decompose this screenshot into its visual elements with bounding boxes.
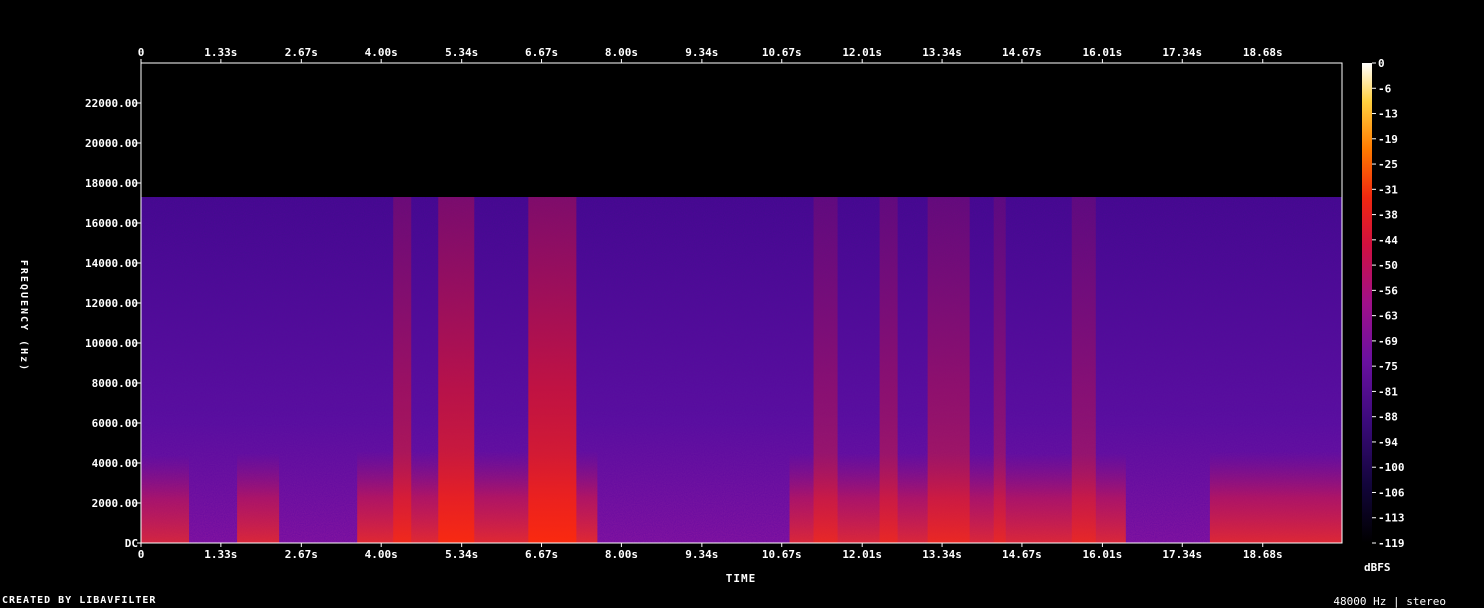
x-tick-label-top: 16.01s bbox=[1083, 46, 1123, 59]
colorbar-tick-label: -100 bbox=[1378, 461, 1405, 474]
x-tick-label-bottom: 14.67s bbox=[1002, 548, 1042, 561]
x-tick-label-bottom: 12.01s bbox=[842, 548, 882, 561]
x-tick-label-top: 2.67s bbox=[285, 46, 318, 59]
colorbar-tick-label: -69 bbox=[1378, 335, 1398, 348]
colorbar-tick-label: -119 bbox=[1378, 537, 1405, 550]
x-tick-label-bottom: 18.68s bbox=[1243, 548, 1283, 561]
colorbar-tick-label: -6 bbox=[1378, 82, 1392, 95]
x-tick-label-top: 6.67s bbox=[525, 46, 558, 59]
x-tick-label-top: 0 bbox=[138, 46, 145, 59]
y-axis: DC 2000.00 4000.00 6000.00 8000.00 10000.00 12… bbox=[85, 97, 141, 550]
x-tick-label-bottom: 16.01s bbox=[1083, 548, 1123, 561]
colorbar-tick-label: -63 bbox=[1378, 310, 1398, 323]
colorbar-tick-label: -44 bbox=[1378, 234, 1398, 247]
x-tick-label-bottom: 1.33s bbox=[204, 548, 237, 561]
colorbar-tick-label: 0 bbox=[1378, 57, 1385, 70]
colorbar-tick-label: -13 bbox=[1378, 108, 1398, 121]
x-tick-label-bottom: 0 bbox=[138, 548, 145, 561]
x-tick-label-top: 10.67s bbox=[762, 46, 802, 59]
loud-segment bbox=[993, 197, 1006, 543]
y-tick-label: DC bbox=[125, 537, 138, 550]
x-axis-bottom: 0 1.33s 2.67s 4.00s 5.34s 6.67s 8.00s 9.34s 10.6… bbox=[138, 543, 1283, 561]
x-tick-label-bottom: 13.34s bbox=[922, 548, 962, 561]
spectrum-noise bbox=[141, 197, 1342, 543]
y-tick-label: 10000.00 bbox=[85, 337, 138, 350]
colorbar-tick-label: -56 bbox=[1378, 284, 1398, 297]
colorbar-tick-label: -113 bbox=[1378, 512, 1405, 525]
loud-segment bbox=[1071, 197, 1096, 543]
x-tick-label-bottom: 5.34s bbox=[445, 548, 478, 561]
colorbar-tick-label: -19 bbox=[1378, 133, 1398, 146]
x-tick-label-top: 12.01s bbox=[842, 46, 882, 59]
y-tick-label: 2000.00 bbox=[92, 497, 138, 510]
x-tick-label-top: 17.34s bbox=[1162, 46, 1202, 59]
x-tick-label-bottom: 9.34s bbox=[685, 548, 718, 561]
colorbar-tick-label: -88 bbox=[1378, 411, 1398, 424]
colorbar-tick-label: -31 bbox=[1378, 183, 1398, 196]
colorbar-tick-label: -75 bbox=[1378, 360, 1398, 373]
low-frequency-energy bbox=[237, 453, 280, 543]
x-tick-label-top: 18.68s bbox=[1243, 46, 1283, 59]
spectrogram-body bbox=[141, 197, 1342, 543]
x-tick-label-bottom: 4.00s bbox=[365, 548, 398, 561]
y-tick-label: 8000.00 bbox=[92, 377, 138, 390]
x-axis-label: TIME bbox=[726, 572, 757, 585]
colorbar-tick-label: -25 bbox=[1378, 158, 1398, 171]
y-tick-label: 20000.00 bbox=[85, 137, 138, 150]
y-tick-label: 6000.00 bbox=[92, 417, 138, 430]
colorbar-tick-label: -50 bbox=[1378, 259, 1398, 272]
y-axis-label: FREQUENCY (Hz) bbox=[18, 260, 29, 372]
loud-segment bbox=[813, 197, 838, 543]
loud-segment bbox=[927, 197, 970, 543]
spectrogram-chart: 0 1.33s 2.67s 4.00s 5.34s 6.67s 8.00s 9.34s 10.6… bbox=[18, 46, 1405, 585]
x-tick-label-bottom: 17.34s bbox=[1162, 548, 1202, 561]
colorbar-ticks: 0 -6 -13 -19 -25 -31 -38 -44 -50 -56 -63 -69 -75 -81 -… bbox=[1372, 57, 1405, 550]
y-tick-label: 22000.00 bbox=[85, 97, 138, 110]
colorbar-label: dBFS bbox=[1364, 561, 1391, 574]
x-tick-label-bottom: 10.67s bbox=[762, 548, 802, 561]
footer-format: 48000 Hz | stereo bbox=[1333, 595, 1446, 608]
y-tick-label: 14000.00 bbox=[85, 257, 138, 270]
low-frequency-energy bbox=[1209, 451, 1342, 543]
loud-segment bbox=[528, 197, 577, 543]
colorbar-tick-label: -38 bbox=[1378, 209, 1398, 222]
x-tick-label-bottom: 8.00s bbox=[605, 548, 638, 561]
x-tick-label-top: 8.00s bbox=[605, 46, 638, 59]
y-tick-label: 4000.00 bbox=[92, 457, 138, 470]
y-tick-label: 12000.00 bbox=[85, 297, 138, 310]
colorbar-tick-label: -94 bbox=[1378, 436, 1398, 449]
loud-segment bbox=[879, 197, 898, 543]
loud-segment bbox=[438, 197, 475, 543]
colorbar bbox=[1362, 63, 1372, 543]
x-tick-label-top: 13.34s bbox=[922, 46, 962, 59]
x-axis-top: 0 1.33s 2.67s 4.00s 5.34s 6.67s 8.00s 9.34s 10.6… bbox=[138, 46, 1283, 63]
x-tick-label-bottom: 2.67s bbox=[285, 548, 318, 561]
colorbar-tick-label: -81 bbox=[1378, 385, 1398, 398]
x-tick-label-top: 14.67s bbox=[1002, 46, 1042, 59]
y-tick-label: 18000.00 bbox=[85, 177, 138, 190]
x-tick-label-top: 1.33s bbox=[204, 46, 237, 59]
x-tick-label-top: 5.34s bbox=[445, 46, 478, 59]
x-tick-label-bottom: 6.67s bbox=[525, 548, 558, 561]
y-tick-label: 16000.00 bbox=[85, 217, 138, 230]
x-tick-label-top: 9.34s bbox=[685, 46, 718, 59]
colorbar-tick-label: -106 bbox=[1378, 486, 1405, 499]
plot-area bbox=[141, 63, 1342, 543]
x-tick-label-top: 4.00s bbox=[365, 46, 398, 59]
low-frequency-energy bbox=[141, 455, 190, 543]
loud-segment bbox=[393, 197, 412, 543]
footer-credit: CREATED BY LIBAVFILTER bbox=[2, 595, 157, 606]
